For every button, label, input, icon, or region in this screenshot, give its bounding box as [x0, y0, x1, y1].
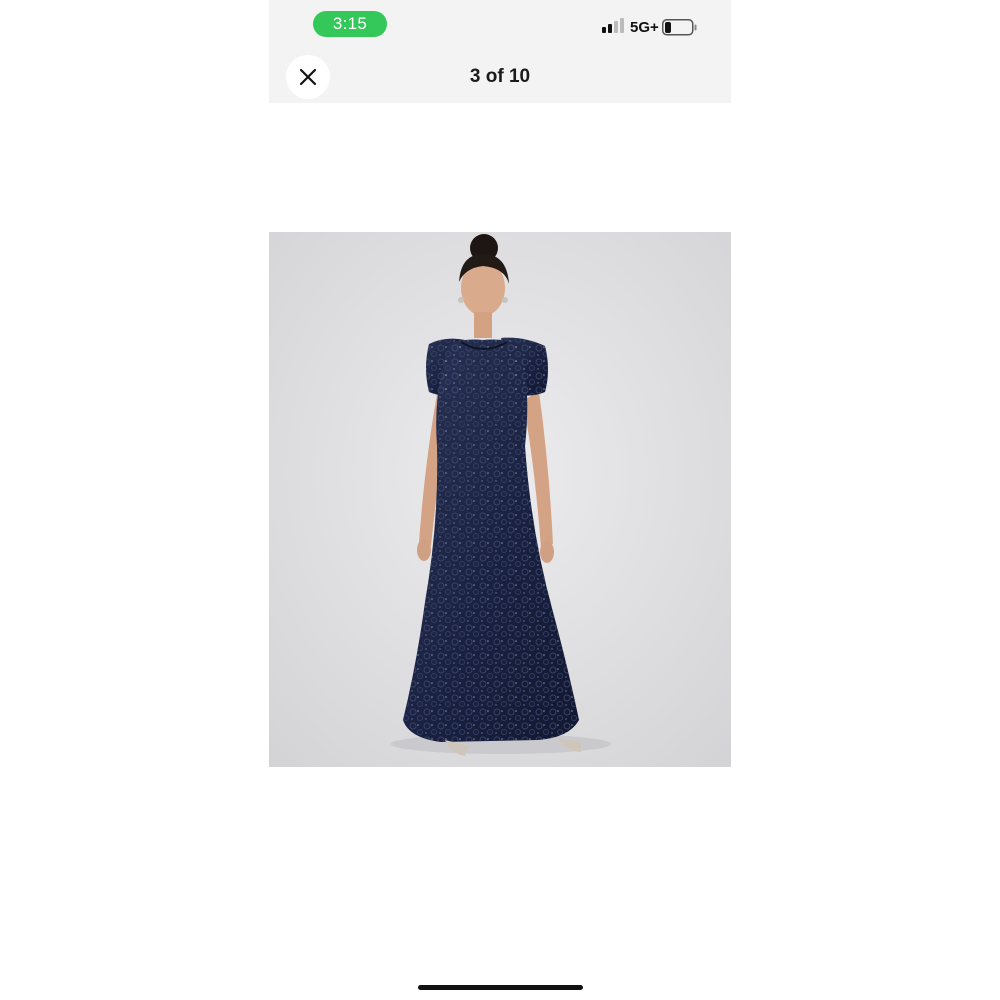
- image-counter: 3 of 10: [469, 66, 531, 87]
- viewer-header: 3 of 10: [269, 50, 731, 103]
- signal-bars-icon: [602, 18, 624, 33]
- battery-icon: [662, 19, 697, 36]
- network-type: 5G+: [630, 19, 659, 36]
- product-image[interactable]: [269, 232, 731, 767]
- home-indicator[interactable]: [418, 985, 583, 990]
- status-time: 3:15: [313, 11, 387, 37]
- close-icon: [299, 68, 317, 86]
- close-button[interactable]: [286, 55, 330, 99]
- status-bar: 3:15 5G+: [269, 0, 731, 50]
- product-image-illustration: [269, 232, 731, 767]
- phone-screen: 3:15 5G+ 3 of 10: [269, 0, 731, 1000]
